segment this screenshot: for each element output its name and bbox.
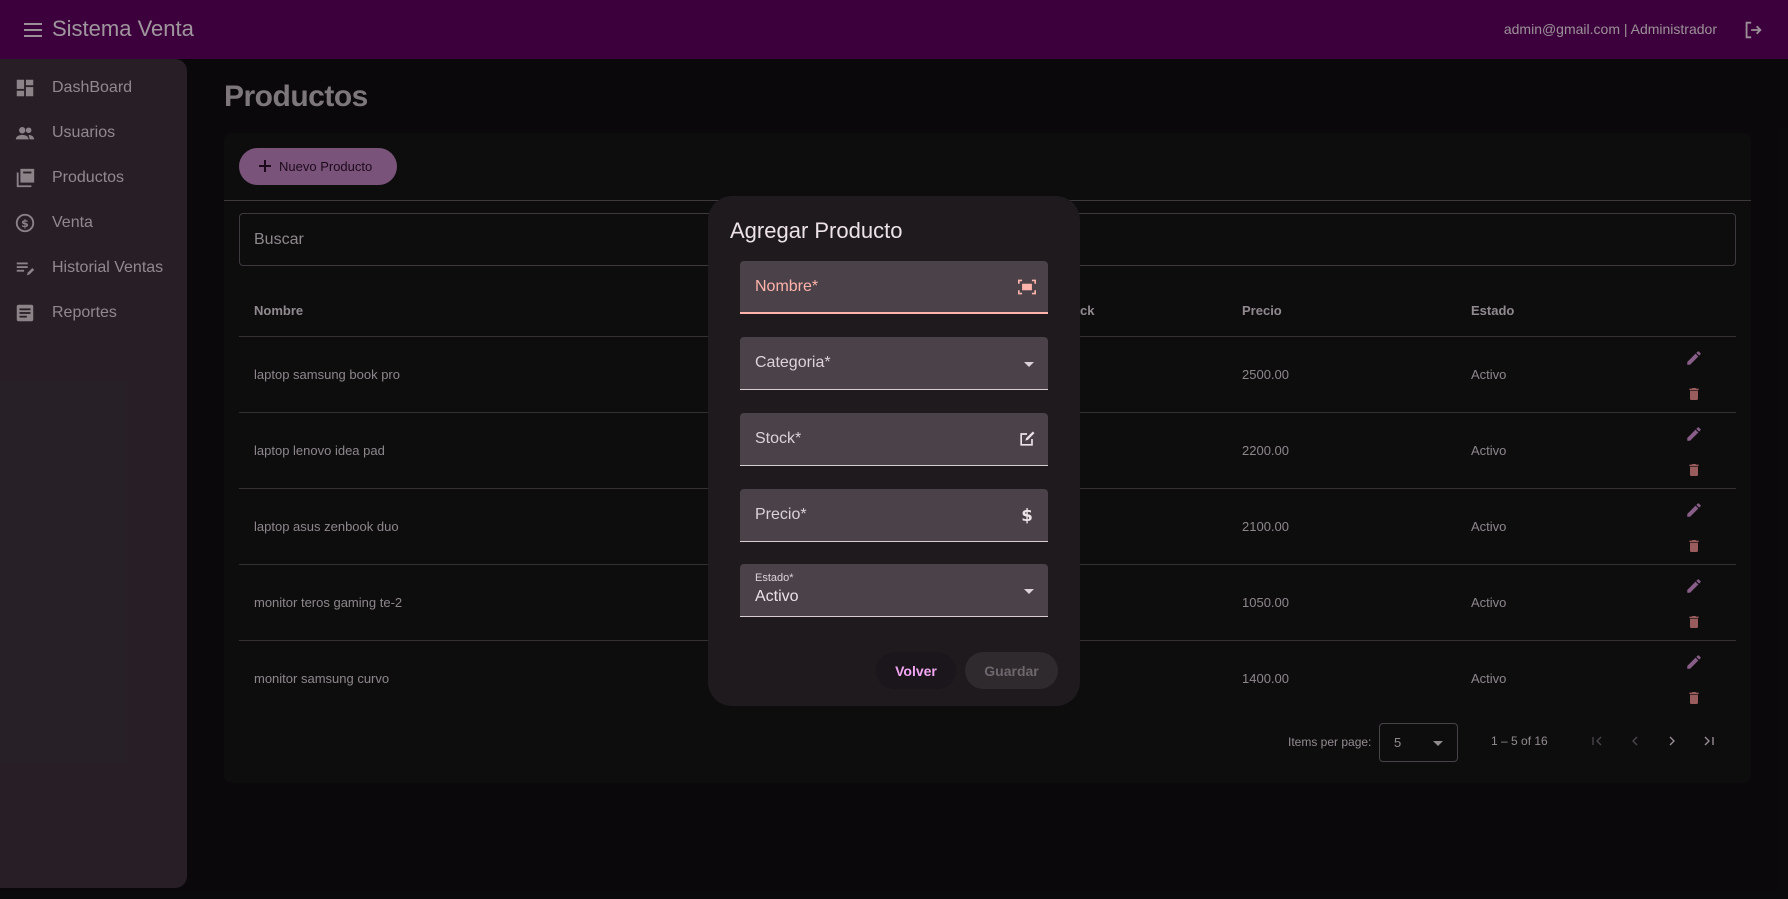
chevron-down-icon (1024, 589, 1034, 594)
estado-value: Activo (755, 588, 799, 605)
nombre-field[interactable]: Nombre* (740, 261, 1048, 314)
volver-button[interactable]: Volver (876, 652, 956, 689)
precio-label: Precio* (755, 506, 807, 523)
svg-text:$: $ (1021, 506, 1033, 525)
categoria-select[interactable]: Categoria* (740, 337, 1048, 390)
estado-select[interactable]: Estado* Activo (740, 564, 1048, 617)
nombre-label: Nombre* (755, 278, 819, 295)
dialog-title: Agregar Producto (730, 218, 903, 243)
estado-label: Estado* (755, 572, 794, 584)
add-product-dialog: Agregar Producto Nombre* Categoria* Stoc… (708, 196, 1080, 706)
chevron-down-icon (1024, 362, 1034, 367)
stock-field[interactable]: Stock* (740, 413, 1048, 466)
scan-frame-icon (1016, 276, 1038, 298)
stock-label: Stock* (755, 430, 802, 447)
precio-field[interactable]: Precio* $ (740, 489, 1048, 542)
categoria-label: Categoria* (755, 354, 831, 371)
edit-square-icon (1016, 428, 1038, 450)
guardar-button[interactable]: Guardar (965, 652, 1058, 689)
dollar-icon: $ (1016, 504, 1038, 526)
